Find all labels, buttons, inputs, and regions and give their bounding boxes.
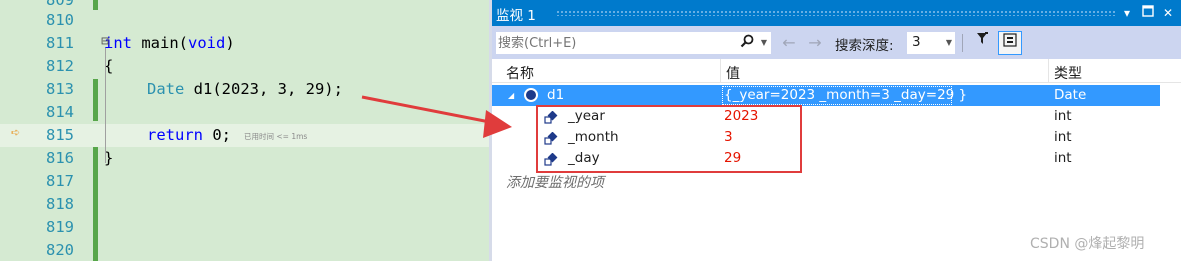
code-line[interactable]: 816 } xyxy=(0,147,489,170)
maximize-icon[interactable] xyxy=(1140,4,1156,22)
line-number: 813 xyxy=(46,80,74,98)
search-depth-value: 3 xyxy=(912,34,921,50)
elapsed-time-hint: 已用时间 <= 1ms xyxy=(244,132,308,141)
column-divider[interactable] xyxy=(720,59,721,83)
code-line[interactable]: 813 Date d1(2023, 3, 29); xyxy=(0,78,489,101)
line-number: 817 xyxy=(46,172,74,190)
code-text: return 0; xyxy=(147,126,231,144)
search-box[interactable]: ▼ xyxy=(495,31,772,55)
window-dropdown-icon[interactable]: ▾ xyxy=(1119,4,1135,22)
filter-pin-icon[interactable] xyxy=(970,31,994,55)
collapse-icon[interactable]: ⊟ xyxy=(99,35,111,48)
watch-item-type: int xyxy=(1054,150,1072,166)
code-line[interactable]: 817 xyxy=(0,170,489,193)
watch-item-type: int xyxy=(1054,129,1072,145)
watch-toolbar: ▼ ← → 搜索深度: 3 ▼ xyxy=(492,26,1181,59)
line-number: 815 xyxy=(46,126,74,144)
code-line[interactable]: 812 { xyxy=(0,55,489,78)
line-number: 810 xyxy=(46,11,74,29)
chevron-down-icon: ▼ xyxy=(945,38,952,47)
watch-title: 监视 1 xyxy=(496,8,536,24)
column-header-type[interactable]: 类型 xyxy=(1054,63,1082,83)
search-icon[interactable] xyxy=(736,33,758,53)
code-line[interactable]: 819 xyxy=(0,216,489,239)
code-editor[interactable]: 809 810 811 int main(void) 812 { 813 Dat… xyxy=(0,0,489,261)
object-icon xyxy=(524,88,538,102)
search-input[interactable] xyxy=(498,33,734,53)
search-options-dropdown-icon[interactable]: ▼ xyxy=(758,33,770,53)
annotation-highlight-box xyxy=(536,105,802,173)
hex-display-icon[interactable] xyxy=(998,31,1022,55)
watch-item-value[interactable]: {_year=2023 _month=3 _day=29 } xyxy=(724,87,967,103)
code-line[interactable]: 818 xyxy=(0,193,489,216)
column-divider[interactable] xyxy=(1048,59,1049,83)
search-depth-label: 搜索深度: xyxy=(835,38,894,54)
line-number: 820 xyxy=(46,241,74,259)
watch-item-name: d1 xyxy=(547,87,565,103)
line-number: 812 xyxy=(46,57,74,75)
collapse-arrow-icon[interactable]: ◢ xyxy=(508,91,514,100)
code-text: Date d1(2023, 3, 29); xyxy=(147,80,343,98)
line-number: 819 xyxy=(46,218,74,236)
add-watch-item[interactable]: 添加要监视的项 xyxy=(506,172,604,192)
title-grip xyxy=(556,10,1116,16)
fold-guide-line xyxy=(105,48,106,163)
watch-row-d1[interactable]: ◢ d1 {_year=2023 _month=3 _day=29 } Date xyxy=(492,85,1160,106)
column-header-value[interactable]: 值 xyxy=(726,63,740,83)
code-line[interactable]: 810 xyxy=(0,9,489,32)
line-number: 814 xyxy=(46,103,74,121)
code-text: int main(void) xyxy=(104,34,235,52)
watch-column-header: 名称 值 类型 xyxy=(492,59,1181,83)
line-number: 811 xyxy=(46,34,74,52)
code-line[interactable]: 820 xyxy=(0,239,489,261)
watermark: CSDN @烽起黎明 xyxy=(1030,236,1145,252)
line-number: 816 xyxy=(46,149,74,167)
search-depth-select[interactable]: 3 ▼ xyxy=(906,31,956,55)
watch-item-type: int xyxy=(1054,108,1072,124)
line-number: 818 xyxy=(46,195,74,213)
column-header-name[interactable]: 名称 xyxy=(506,63,534,83)
search-next-icon[interactable]: → xyxy=(805,32,825,54)
code-line[interactable]: 814 xyxy=(0,101,489,124)
code-line[interactable]: 811 int main(void) xyxy=(0,32,489,55)
toolbar-separator xyxy=(962,34,963,52)
watch-item-type: Date xyxy=(1054,87,1087,103)
close-icon[interactable]: ✕ xyxy=(1160,4,1176,22)
watch-title-bar[interactable]: 监视 1 ▾ ✕ xyxy=(492,0,1181,26)
search-previous-icon[interactable]: ← xyxy=(779,32,799,54)
instruction-pointer-icon[interactable]: ➪ xyxy=(11,127,23,139)
